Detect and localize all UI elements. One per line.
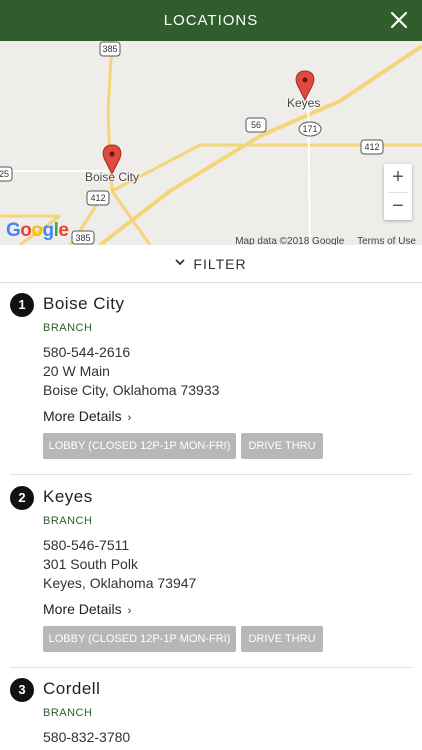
zoom-in-button[interactable]: + bbox=[384, 164, 412, 192]
map-roads: 385 56 171 412 412 385 25 bbox=[0, 41, 422, 245]
location-phone[interactable]: 580-832-3780 bbox=[43, 729, 130, 745]
route-shield-171: 171 bbox=[298, 121, 322, 137]
svg-text:412: 412 bbox=[90, 193, 105, 203]
filter-toggle[interactable]: FILTER bbox=[0, 245, 422, 283]
svg-text:412: 412 bbox=[364, 142, 379, 152]
map[interactable]: 385 56 171 412 412 385 25 Boise City Key… bbox=[0, 41, 422, 245]
location-street: 301 South Polk bbox=[43, 556, 138, 572]
more-details-link[interactable]: More Details › bbox=[43, 408, 131, 424]
location-number-badge: 2 bbox=[10, 486, 34, 510]
location-city-state: Boise City, Oklahoma 73933 bbox=[43, 382, 220, 398]
location-city-state: Keyes, Oklahoma 73947 bbox=[43, 575, 197, 591]
service-tag-lobby[interactable]: LOBBY (CLOSED 12P-1P MON-FRI) bbox=[43, 433, 236, 459]
map-label-keyes: Keyes bbox=[287, 96, 321, 110]
zoom-out-button[interactable]: − bbox=[384, 193, 412, 221]
divider bbox=[10, 667, 412, 668]
service-tag-drive-thru[interactable]: DRIVE THRU bbox=[241, 626, 323, 652]
location-type: BRANCH bbox=[43, 515, 93, 527]
svg-text:385: 385 bbox=[75, 233, 90, 243]
location-name: Boise City bbox=[43, 294, 125, 313]
route-shield-25: 25 bbox=[0, 166, 13, 182]
chevron-right-icon: › bbox=[127, 605, 132, 617]
chevron-down-icon bbox=[175, 258, 186, 269]
filter-label: FILTER bbox=[193, 255, 247, 272]
svg-text:171: 171 bbox=[302, 124, 317, 134]
route-shield-412-south: 412 bbox=[86, 190, 110, 206]
location-type: BRANCH bbox=[43, 707, 93, 719]
google-logo: Google bbox=[6, 220, 69, 241]
location-phone[interactable]: 580-546-7511 bbox=[43, 537, 129, 553]
zoom-control: + − bbox=[384, 164, 412, 220]
location-name: Keyes bbox=[43, 487, 93, 506]
map-data-text: Map data ©2018 Google bbox=[235, 236, 345, 245]
route-shield-385-north: 385 bbox=[99, 41, 121, 57]
divider bbox=[10, 474, 412, 475]
more-details-label: More Details bbox=[43, 601, 122, 617]
location-number-badge: 1 bbox=[10, 293, 34, 317]
page-title: LOCATIONS bbox=[163, 12, 259, 29]
header-bar: LOCATIONS bbox=[0, 0, 422, 41]
close-icon[interactable] bbox=[388, 9, 410, 31]
service-tag-lobby[interactable]: LOBBY (CLOSED 12P-1P MON-FRI) bbox=[43, 626, 236, 652]
svg-text:385: 385 bbox=[102, 44, 117, 54]
map-attribution: Map data ©2018 Google Terms of Use bbox=[225, 236, 416, 245]
location-phone[interactable]: 580-544-2616 bbox=[43, 344, 130, 360]
svg-text:25: 25 bbox=[0, 169, 9, 179]
location-name: Cordell bbox=[43, 679, 101, 698]
location-street: 20 W Main bbox=[43, 363, 110, 379]
route-shield-385-south: 385 bbox=[71, 230, 95, 245]
chevron-right-icon: › bbox=[127, 412, 132, 424]
map-label-boise-city: Boise City bbox=[85, 170, 140, 184]
terms-of-use-link[interactable]: Terms of Use bbox=[357, 236, 416, 245]
route-shield-412-east: 412 bbox=[360, 139, 384, 155]
route-shield-56: 56 bbox=[245, 117, 267, 133]
more-details-label: More Details bbox=[43, 408, 122, 424]
svg-text:56: 56 bbox=[251, 120, 261, 130]
more-details-link[interactable]: More Details › bbox=[43, 601, 131, 617]
location-number-badge: 3 bbox=[10, 678, 34, 702]
service-tag-drive-thru[interactable]: DRIVE THRU bbox=[241, 433, 323, 459]
location-type: BRANCH bbox=[43, 322, 93, 334]
